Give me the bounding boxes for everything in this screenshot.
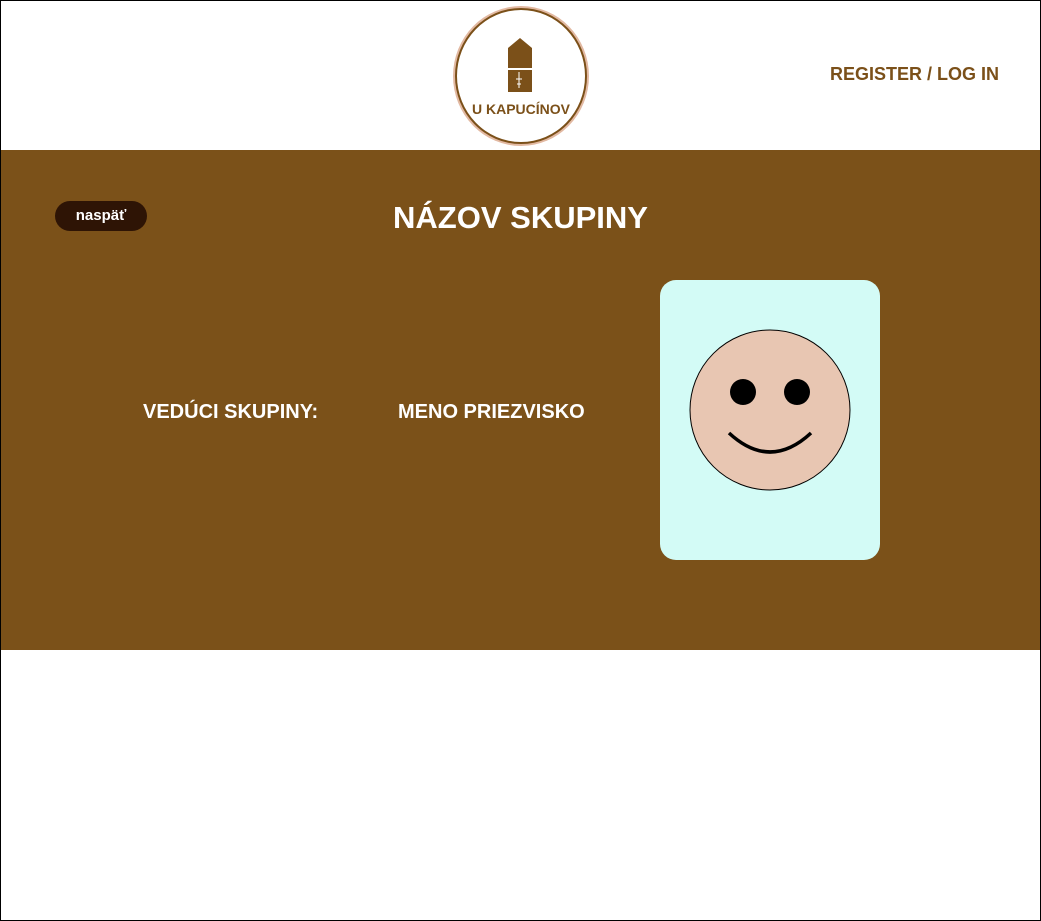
- logo[interactable]: U KAPUCÍNOV: [455, 8, 587, 144]
- leader-avatar-card: [660, 280, 880, 560]
- site-header: U KAPUCÍNOV REGISTER / LOG IN: [0, 0, 1041, 150]
- logo-text: U KAPUCÍNOV: [471, 101, 570, 117]
- group-detail-panel: naspäť NÁZOV SKUPINY VEDÚCI SKUPINY: MEN…: [1, 150, 1040, 650]
- group-leader-name: MENO PRIEZVISKO: [398, 401, 585, 423]
- building-icon: [508, 38, 532, 92]
- register-login-link[interactable]: REGISTER / LOG IN: [830, 64, 999, 85]
- group-leader-label: VEDÚCI SKUPINY:: [143, 401, 319, 423]
- group-title: NÁZOV SKUPINY: [393, 200, 648, 235]
- smiley-face-icon: [689, 329, 851, 491]
